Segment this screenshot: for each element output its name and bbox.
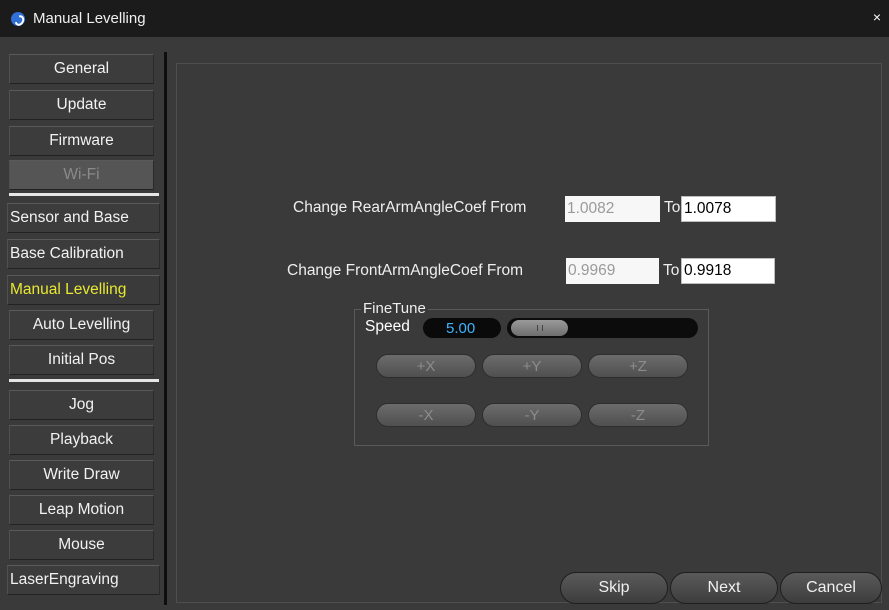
jog-minus-z-button[interactable]: -Z xyxy=(588,403,688,427)
sidebar-item-update[interactable]: Update xyxy=(9,90,154,120)
sidebar-item-auto-levelling[interactable]: Auto Levelling xyxy=(9,310,154,340)
rear-coef-from-field: 1.0082 xyxy=(565,196,660,222)
jog-minus-x-button[interactable]: -X xyxy=(376,403,476,427)
sidebar-nav: General Update Firmware Wi-Fi Sensor and… xyxy=(7,51,164,602)
next-button[interactable]: Next xyxy=(670,572,778,604)
sidebar-item-firmware[interactable]: Firmware xyxy=(9,126,154,156)
sidebar-separator xyxy=(9,379,159,382)
jog-plus-x-button[interactable]: +X xyxy=(376,354,476,378)
close-icon[interactable]: × xyxy=(873,10,881,24)
speed-slider-handle[interactable] xyxy=(511,320,568,336)
sidebar-divider xyxy=(164,52,167,605)
speed-label: Speed xyxy=(365,318,410,335)
sidebar-item-leap-motion[interactable]: Leap Motion xyxy=(9,495,154,525)
sidebar-separator xyxy=(9,193,159,196)
sidebar-item-laser-engraving[interactable]: LaserEngraving xyxy=(7,565,160,595)
sidebar-item-playback[interactable]: Playback xyxy=(9,425,154,455)
cancel-button[interactable]: Cancel xyxy=(780,572,882,604)
sidebar-item-manual-levelling[interactable]: Manual Levelling xyxy=(7,275,160,305)
sidebar-item-initial-pos[interactable]: Initial Pos xyxy=(9,345,154,375)
jog-plus-y-button[interactable]: +Y xyxy=(482,354,582,378)
app-logo-icon xyxy=(11,11,25,26)
rear-coef-label: Change RearArmAngleCoef From xyxy=(293,199,527,216)
rear-coef-to-label: To xyxy=(664,199,681,216)
speed-value-display: 5.00 xyxy=(423,318,501,338)
sidebar-item-jog[interactable]: Jog xyxy=(9,390,154,420)
front-coef-to-label: To xyxy=(663,262,680,279)
sidebar-item-general[interactable]: General xyxy=(9,54,154,84)
title-bar: Manual Levelling × xyxy=(0,0,889,37)
sidebar-item-wifi: Wi-Fi xyxy=(9,160,154,190)
jog-plus-z-button[interactable]: +Z xyxy=(588,354,688,378)
skip-button[interactable]: Skip xyxy=(560,572,668,604)
sidebar-item-mouse[interactable]: Mouse xyxy=(9,530,154,560)
window-title: Manual Levelling xyxy=(33,10,146,27)
sidebar-item-sensor-and-base[interactable]: Sensor and Base xyxy=(7,203,160,233)
front-coef-label: Change FrontArmAngleCoef From xyxy=(287,262,524,279)
rear-coef-to-input[interactable]: 1.0078 xyxy=(681,196,776,222)
jog-minus-y-button[interactable]: -Y xyxy=(482,403,582,427)
sidebar-item-base-calibration[interactable]: Base Calibration xyxy=(7,239,160,269)
front-coef-to-input[interactable]: 0.9918 xyxy=(681,258,775,284)
finetune-title: FineTune xyxy=(361,300,428,317)
sidebar-item-write-draw[interactable]: Write Draw xyxy=(9,460,154,490)
front-coef-from-field: 0.9969 xyxy=(566,258,659,284)
